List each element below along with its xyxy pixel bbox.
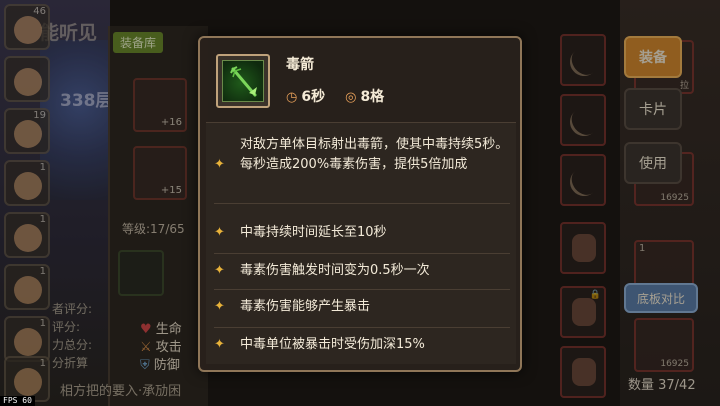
cooldown: ◷ 6秒 <box>286 89 326 105</box>
tooltip-header: 毒箭 ◷ 6秒 ◎ 8格 <box>200 38 520 122</box>
divider <box>214 289 510 290</box>
divider <box>214 327 510 328</box>
star-icon: ✦ <box>214 263 225 278</box>
effect-item: ✦ 对敌方单体目标射出毒箭，使其中毒持续5秒。每秒造成200%毒素伤害，提供5倍… <box>214 135 510 175</box>
star-icon: ✦ <box>214 337 225 352</box>
effect-item: ✦ 毒素伤害触发时间变为0.5秒一次 <box>214 261 510 281</box>
skill-name: 毒箭 <box>286 57 314 73</box>
effect-item: ✦ 中毒持续时间延长至10秒 <box>214 223 510 243</box>
target-icon: ◎ <box>345 90 357 105</box>
tooltip-effects: ✦ 对敌方单体目标射出毒箭，使其中毒持续5秒。每秒造成200%毒素伤害，提供5倍… <box>206 122 516 364</box>
skill-meta: ◷ 6秒 ◎ 8格 <box>286 86 384 106</box>
star-icon: ✦ <box>214 225 225 240</box>
range: ◎ 8格 <box>345 89 385 105</box>
clock-icon: ◷ <box>286 90 298 105</box>
skill-tooltip: 毒箭 ◷ 6秒 ◎ 8格 ✦ 对敌方单体目标射出毒箭，使其中毒持续5秒。每秒造成20… <box>198 36 522 372</box>
fps-counter: FPS 60 <box>0 396 35 406</box>
effect-item: ✦ 中毒单位被暴击时受伤加深15% <box>214 335 510 355</box>
effect-item: ✦ 毒素伤害能够产生暴击 <box>214 297 510 317</box>
star-icon: ✦ <box>214 299 225 314</box>
star-icon: ✦ <box>214 157 225 172</box>
game-screen: 能听见 338层 46 19 1 1 1 1 1 装备库 +16 +15 等级:… <box>0 0 720 406</box>
skill-icon-frame <box>216 54 270 108</box>
divider <box>214 253 510 254</box>
poison-arrow-icon <box>222 60 264 102</box>
divider <box>214 203 510 204</box>
